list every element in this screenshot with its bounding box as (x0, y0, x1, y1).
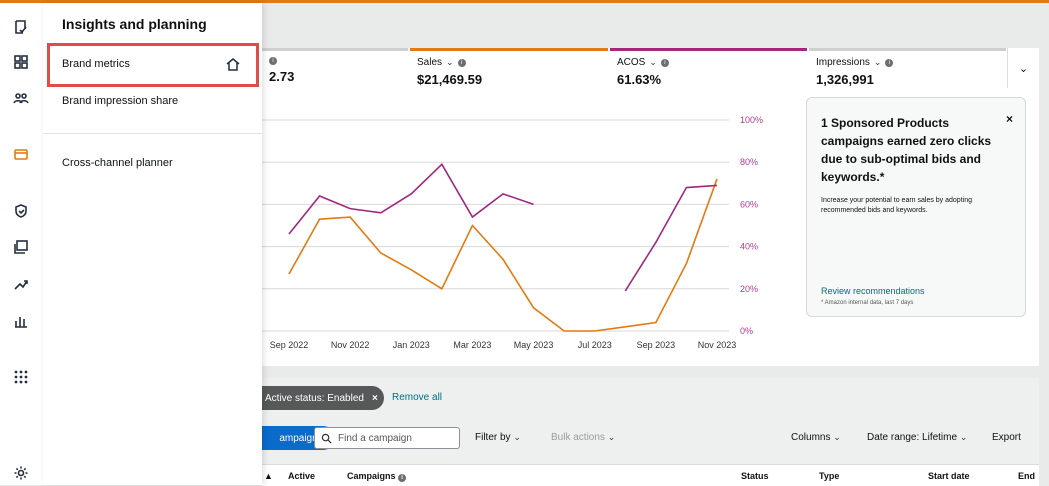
column-type[interactable]: Type (819, 471, 839, 481)
x-tick-label: Mar 2023 (453, 340, 491, 350)
chevron-down-icon: ⌄ (959, 432, 968, 442)
recommendation-description: Increase your potential to earn sales by… (821, 197, 972, 214)
insights-flyout-menu: Insights and planning Brand metrics Bran… (43, 3, 262, 485)
right-tick-label: 40% (740, 242, 758, 252)
shield-icon[interactable] (11, 201, 31, 221)
right-tick-label: 100% (740, 115, 763, 125)
x-tick-label: Jan 2023 (393, 340, 430, 350)
info-icon[interactable]: i (885, 58, 894, 67)
metric-tile-sales[interactable]: Sales ⌄ i $21,469.59 (410, 48, 608, 88)
menu-item-brand-metrics[interactable]: Brand metrics (62, 58, 130, 70)
chevron-down-icon[interactable]: ⌄ (649, 57, 657, 68)
review-recommendations-link[interactable]: Review recommendations (821, 286, 925, 296)
flyout-title: Insights and planning (62, 16, 207, 32)
chevron-down-icon[interactable]: ⌄ (446, 57, 454, 68)
metric-tile-acos[interactable]: ACOS ⌄ i 61.63% (610, 48, 807, 88)
wallet-icon[interactable] (11, 144, 31, 164)
metric-label: ACOS (617, 57, 646, 68)
metric-label: Impressions (816, 57, 870, 68)
info-icon[interactable]: i (398, 474, 407, 482)
metric-value: $21,469.59 (417, 72, 483, 87)
column-start-date[interactable]: Start date (928, 471, 970, 481)
chevron-down-icon: ⌄ (513, 432, 521, 442)
x-tick-label: Sep 2023 (637, 340, 676, 350)
chevron-down-icon: ⌄ (1018, 62, 1029, 75)
bulk-actions-dropdown[interactable]: Bulk actions ⌄ (551, 432, 615, 443)
info-icon[interactable]: i (660, 58, 669, 67)
chevron-down-icon: ⌄ (607, 432, 616, 442)
remove-filter-icon[interactable]: × (372, 393, 378, 404)
metric-tile-impressions[interactable]: Impressions ⌄ i 1,326,991 (809, 48, 1006, 88)
search-input[interactable]: Find a campaign (314, 427, 460, 449)
columns-dropdown[interactable]: Columns ⌄ (791, 432, 841, 443)
menu-item-cross-channel-planner[interactable]: Cross-channel planner (62, 157, 173, 169)
search-placeholder: Find a campaign (338, 432, 412, 444)
menu-item-brand-impression-share[interactable]: Brand impression share (62, 95, 178, 107)
column-end[interactable]: End (1018, 471, 1035, 481)
column-active[interactable]: Active (288, 471, 315, 481)
apps-icon[interactable] (11, 367, 31, 387)
export-button[interactable]: Export (992, 432, 1021, 443)
metric-tile-1[interactable]: i 2.73 (262, 48, 408, 88)
metric-value: 2.73 (269, 69, 295, 84)
campaigns-icon[interactable] (11, 17, 31, 37)
column-campaigns[interactable]: Campaigns i (347, 471, 407, 482)
metric-label: Sales (417, 57, 443, 68)
series-line-acos (288, 163, 534, 235)
filter-by-dropdown[interactable]: Filter by ⌄ (475, 432, 521, 443)
x-tick-label: Sep 2022 (270, 340, 309, 350)
chevron-down-icon: ⌄ (833, 432, 841, 442)
dashboard-grid-icon[interactable] (11, 52, 31, 72)
right-tick-label: 20% (740, 284, 758, 294)
recommendation-title: 1 Sponsored Products campaigns earned ze… (821, 116, 992, 184)
right-tick-label: 0% (740, 326, 753, 336)
home-icon[interactable] (225, 56, 241, 72)
x-tick-label: Jul 2023 (578, 340, 612, 350)
info-icon[interactable]: i (269, 57, 277, 65)
settings-gear-icon[interactable] (11, 463, 31, 483)
series-line-sales (288, 178, 718, 332)
audiences-icon[interactable] (11, 88, 31, 108)
performance-chart: 100% 80% 60% 40% 20% 0% Sep 2022 Nov 2022 Jan 20… (262, 115, 763, 350)
x-tick-label: Nov 2023 (698, 340, 737, 350)
filter-chip[interactable]: Active status: Enabled × (262, 386, 384, 410)
reports-bar-icon[interactable] (11, 311, 31, 331)
recommendation-footnote: * Amazon internal data, last 7 days (821, 300, 914, 306)
expand-metrics-button[interactable]: ⌄ (1007, 48, 1039, 88)
search-icon (321, 433, 332, 444)
media-library-icon[interactable] (11, 237, 31, 257)
chevron-down-icon[interactable]: ⌄ (874, 57, 882, 68)
metric-value: 61.63% (617, 72, 662, 87)
right-tick-label: 60% (740, 199, 758, 209)
x-tick-label: May 2023 (514, 340, 554, 350)
column-status[interactable]: Status (741, 471, 769, 481)
alert-icon: ▲ (264, 471, 273, 481)
date-range-dropdown[interactable]: Date range: Lifetime ⌄ (867, 432, 967, 443)
filter-chip-label: Active status: Enabled (265, 392, 364, 404)
remove-all-link[interactable]: Remove all (392, 392, 442, 403)
x-tick-label: Nov 2022 (331, 340, 370, 350)
trend-icon[interactable] (11, 274, 31, 294)
menu-divider (43, 133, 262, 134)
recommendation-card: 1 Sponsored Products campaigns earned ze… (806, 97, 1026, 317)
right-tick-label: 80% (740, 157, 758, 167)
metric-value: 1,326,991 (816, 72, 874, 87)
nav-rail (0, 3, 44, 485)
info-icon[interactable]: i (457, 58, 466, 67)
close-icon[interactable]: × (1006, 112, 1013, 126)
series-line-acos (624, 184, 718, 292)
